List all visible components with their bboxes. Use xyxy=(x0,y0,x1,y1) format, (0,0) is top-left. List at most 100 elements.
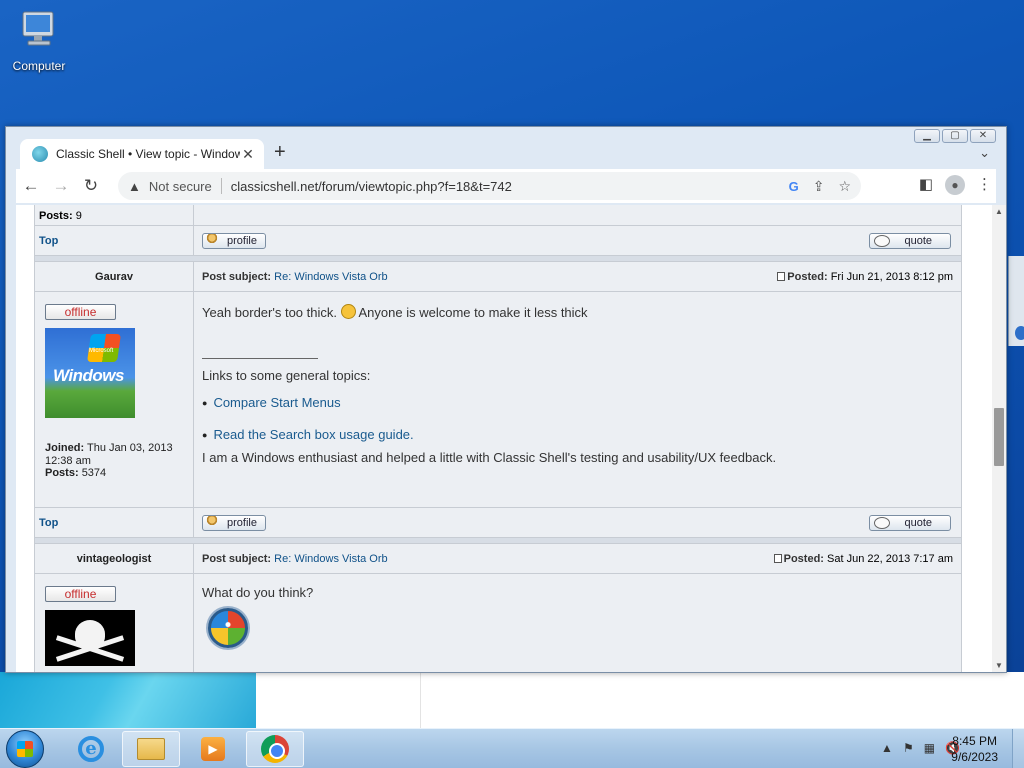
prev-post-meta: Posts: 9 xyxy=(35,205,194,225)
tab-strip: Classic Shell • View topic - Windows Vis… xyxy=(16,139,996,169)
top-link[interactable]: Top xyxy=(39,517,58,529)
chrome-icon xyxy=(261,735,289,763)
post-text: Anyone is welcome to make it less thick xyxy=(358,305,588,320)
address-bar[interactable]: ▲ Not secure classicshell.net/forum/view… xyxy=(118,172,861,200)
tab-classic-shell[interactable]: Classic Shell • View topic - Windows Vis… xyxy=(20,139,264,169)
subject-link[interactable]: Re: Windows Vista Orb xyxy=(274,553,388,565)
compare-start-menus-link[interactable]: Compare Start Menus xyxy=(213,395,340,410)
site-favicon-icon xyxy=(32,146,48,162)
scroll-up-icon[interactable]: ▲ xyxy=(995,207,1003,216)
author-meta: Joined: Thu Jan 03, 2013 12:38 am Posts:… xyxy=(45,442,183,480)
taskbar-ie[interactable]: e xyxy=(62,731,120,767)
tray-expand-icon[interactable]: ▲ xyxy=(881,741,893,755)
search-guide-link[interactable]: Read the Search box usage guide. xyxy=(213,427,413,442)
warning-icon[interactable]: ▲ xyxy=(128,179,141,194)
taskbar: e ▶ ▲ ⚑ ▦ 🔇 8:45 PM 9/6/2023 xyxy=(0,728,1024,768)
profile-button[interactable]: profile xyxy=(202,232,266,249)
post-author[interactable]: vintageologist xyxy=(35,544,194,573)
tab-search-chevron-icon[interactable]: ⌄ xyxy=(979,145,990,161)
browser-window: ▁ ▢ ✕ Classic Shell • View topic - Windo… xyxy=(5,126,1007,673)
scroll-thumb[interactable] xyxy=(994,408,1004,466)
start-button[interactable] xyxy=(6,730,44,768)
posted-value: Fri Jun 21, 2013 8:12 pm xyxy=(830,270,953,283)
url-text[interactable]: classicshell.net/forum/viewtopic.php?f=1… xyxy=(231,179,775,194)
profile-icon xyxy=(205,516,219,529)
show-desktop-button[interactable] xyxy=(1012,729,1024,768)
bookmark-star-icon[interactable]: ☆ xyxy=(838,178,851,195)
reload-icon[interactable]: ↻ xyxy=(76,176,106,196)
wallpaper-strip xyxy=(0,672,256,728)
scroll-down-icon[interactable]: ▼ xyxy=(995,661,1003,670)
quote-icon xyxy=(874,234,891,247)
posted-label: Posted: xyxy=(783,552,824,565)
share-icon[interactable]: ⇪ xyxy=(813,178,825,195)
quote-label: quote xyxy=(904,516,932,529)
page-viewport: Posts: 9 Top profile quote Gaurav Post s… xyxy=(16,205,992,672)
forward-icon[interactable]: → xyxy=(46,176,76,196)
posts-value: 5374 xyxy=(81,467,107,480)
toolbar-right: ◧ ● ⋮ xyxy=(919,175,992,195)
signature-divider xyxy=(202,357,318,359)
post-content: Yeah border's too thick. Anyone is welco… xyxy=(194,292,961,507)
taskbar-media-player[interactable]: ▶ xyxy=(184,731,242,767)
close-tab-icon[interactable]: ✕ xyxy=(240,146,256,163)
computer-icon xyxy=(22,11,54,46)
post-actions: Top profile quote xyxy=(35,508,961,538)
taskbar-explorer[interactable] xyxy=(122,731,180,767)
system-tray: ▲ ⚑ ▦ 🔇 xyxy=(881,741,960,755)
post-text: Yeah border's too thick. xyxy=(202,305,337,320)
prev-posts-value: 9 xyxy=(75,210,82,222)
quote-button[interactable]: quote xyxy=(869,514,951,531)
clock-date: 9/6/2023 xyxy=(951,750,998,764)
google-icon[interactable]: G xyxy=(789,179,799,194)
posted-label: Posted: xyxy=(787,270,828,283)
forum-posts: Posts: 9 Top profile quote Gaurav Post s… xyxy=(34,205,962,672)
online-status-badge: offline xyxy=(45,586,116,602)
action-center-icon[interactable]: ⚑ xyxy=(903,741,914,755)
windows-logo-icon xyxy=(17,741,33,757)
side-panel-icon[interactable]: ◧ xyxy=(919,175,933,195)
profile-icon xyxy=(205,234,219,247)
clock-time: 8:45 PM xyxy=(952,734,997,748)
post-body: offline What do you think? xyxy=(35,574,961,672)
subject-label: Post subject: xyxy=(202,270,272,283)
folder-icon xyxy=(137,738,165,760)
clock[interactable]: 8:45 PM 9/6/2023 xyxy=(951,733,998,765)
smiley-icon xyxy=(340,304,356,319)
post-body: offline Microsoft Windows Joined: Thu Ja… xyxy=(35,292,961,508)
online-status-badge: offline xyxy=(45,304,116,320)
post-text: What do you think? xyxy=(202,585,314,600)
network-icon[interactable]: ▦ xyxy=(924,741,935,755)
background-window xyxy=(256,672,1024,728)
list-item: Read the Search box usage guide. xyxy=(202,426,953,444)
tab-title: Classic Shell • View topic - Windows Vis… xyxy=(56,147,240,161)
quote-icon xyxy=(874,516,891,529)
quote-label: quote xyxy=(904,234,932,247)
quote-button[interactable]: quote xyxy=(869,232,951,249)
page-scrollbar[interactable]: ▲ ▼ xyxy=(992,205,1006,672)
menu-kebab-icon[interactable]: ⋮ xyxy=(977,175,992,195)
taskbar-chrome[interactable] xyxy=(246,731,304,767)
profile-button[interactable]: profile xyxy=(202,514,266,531)
post-author[interactable]: Gaurav xyxy=(35,262,194,291)
profile-label: profile xyxy=(227,516,257,529)
post-icon[interactable] xyxy=(773,553,782,563)
new-tab-icon[interactable]: + xyxy=(274,141,286,164)
post-subject: Post subject: Re: Windows Vista Orb xyxy=(202,271,388,283)
post-header: Gaurav Post subject: Re: Windows Vista O… xyxy=(35,262,961,292)
author-profile: offline Microsoft Windows Joined: Thu Ja… xyxy=(35,292,194,507)
subject-label: Post subject: xyxy=(202,552,272,565)
post-date: Posted: Fri Jun 21, 2013 8:12 pm xyxy=(777,271,953,283)
security-label[interactable]: Not secure xyxy=(149,179,212,194)
background-window-edge xyxy=(1008,256,1024,346)
list-item: Compare Start Menus xyxy=(202,394,953,412)
computer-desktop-icon[interactable]: Computer xyxy=(8,8,70,73)
post-header: vintageologist Post subject: Re: Windows… xyxy=(35,544,961,574)
vista-orb-image xyxy=(208,607,248,648)
post-subject: Post subject: Re: Windows Vista Orb xyxy=(202,553,388,565)
top-link[interactable]: Top xyxy=(39,235,58,247)
back-icon[interactable]: ← xyxy=(16,176,46,196)
subject-link[interactable]: Re: Windows Vista Orb xyxy=(274,271,388,283)
profile-avatar-icon[interactable]: ● xyxy=(945,175,965,195)
post-icon[interactable] xyxy=(777,271,786,281)
